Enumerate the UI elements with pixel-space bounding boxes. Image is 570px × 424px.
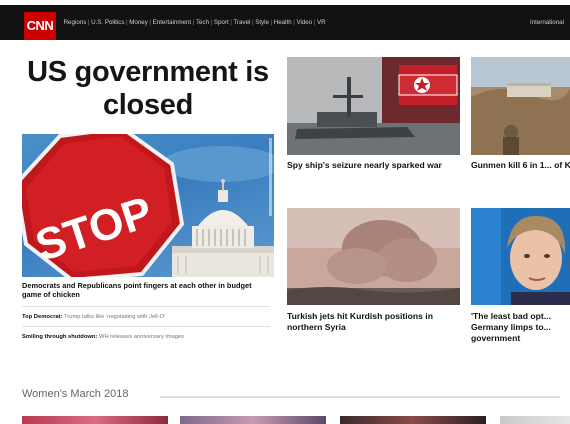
nav-top-border xyxy=(0,0,570,5)
card-title-link[interactable]: 'The least bad opt... Germany limps to..… xyxy=(471,311,570,344)
divider xyxy=(22,306,270,307)
nav-link-tech[interactable]: Tech xyxy=(194,19,210,26)
portrait-illustration xyxy=(471,208,570,305)
gallery-thumb[interactable] xyxy=(500,416,570,424)
lead-story-link[interactable]: Democrats and Republicans point fingers … xyxy=(22,281,272,299)
nav-link-money[interactable]: Money xyxy=(128,19,150,26)
gallery-thumb[interactable] xyxy=(180,416,326,424)
nav-link-video[interactable]: Video xyxy=(295,19,314,26)
cnn-logo[interactable]: CNN xyxy=(24,12,56,40)
gallery-thumb[interactable] xyxy=(22,416,168,424)
nav-link-travel[interactable]: Travel xyxy=(232,19,252,26)
lead-hero-image[interactable]: STOP xyxy=(22,134,274,277)
nav-link-style[interactable]: Style xyxy=(254,19,271,26)
edition-selector[interactable]: International xyxy=(530,19,564,26)
sub-story-tag: Top Democrat: xyxy=(22,314,63,320)
gallery-thumb[interactable] xyxy=(340,416,486,424)
capitol-dome-graphic xyxy=(172,179,274,277)
card-title-link[interactable]: Turkish jets hit Kurdish positions in no… xyxy=(287,311,459,333)
nav-link-entertainment[interactable]: Entertainment xyxy=(151,19,193,26)
sub-story-tag: Smiling through shutdown: xyxy=(22,334,98,340)
sub-story-text: WH releases anniversary images xyxy=(98,334,185,340)
nav-link-regions[interactable]: Regions xyxy=(62,19,88,26)
spy-ship-image[interactable] xyxy=(287,57,460,155)
nav-links: Regions | U.S. Politics | Money | Entertain… xyxy=(62,19,327,26)
sub-story-text: Trump talks like 'negotiating with Jell-… xyxy=(64,314,166,320)
merkel-image[interactable] xyxy=(471,208,570,305)
nav-link-health[interactable]: Health xyxy=(272,19,293,26)
smoke-illustration xyxy=(287,208,460,305)
stop-sign-capitol-illustration: STOP xyxy=(22,134,274,277)
section-title[interactable]: Women's March 2018 xyxy=(22,388,128,400)
stop-sign-graphic: STOP xyxy=(22,134,185,277)
card-title-link[interactable]: Gunmen kill 6 in 1... of Kabul hotel xyxy=(471,160,570,171)
divider xyxy=(22,326,270,327)
ship-illustration xyxy=(287,57,460,155)
kabul-illustration xyxy=(471,57,570,155)
sub-story-link[interactable]: Smiling through shutdown: WH releases an… xyxy=(22,333,272,341)
nav-link-vr[interactable]: VR xyxy=(315,19,327,26)
nav-link-us-politics[interactable]: U.S. Politics xyxy=(90,19,127,26)
syria-smoke-image[interactable] xyxy=(287,208,460,305)
section-rule xyxy=(160,396,560,398)
nav-link-sport[interactable]: Sport xyxy=(212,19,230,26)
photo-credit-bar xyxy=(269,138,272,216)
kabul-hotel-image[interactable] xyxy=(471,57,570,155)
card-title-link[interactable]: Spy ship's seizure nearly sparked war xyxy=(287,160,459,171)
lead-headline[interactable]: US government is closed xyxy=(20,56,276,122)
sub-story-link[interactable]: Top Democrat: Trump talks like 'negotiat… xyxy=(22,313,272,321)
